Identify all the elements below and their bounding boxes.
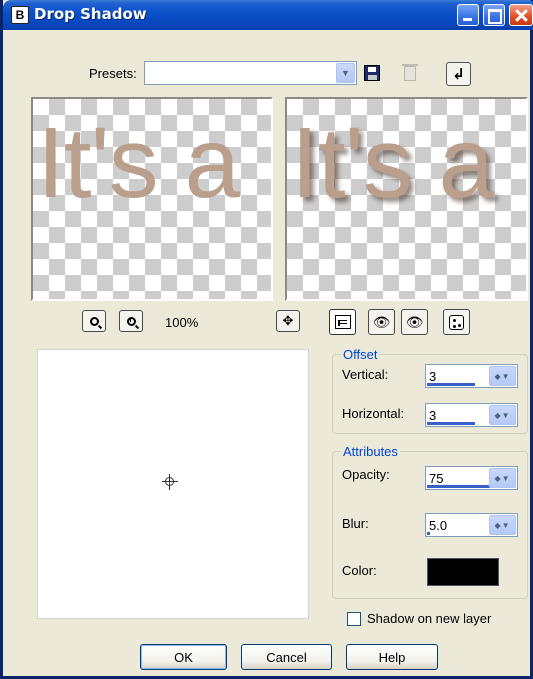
- blur-spinner[interactable]: 5.0 ◆▼: [425, 513, 518, 537]
- drop-shadow-dialog: B Drop Shadow Presets: ▼ ↲ It's a your I…: [0, 0, 533, 679]
- preview-text-line2: your: [39, 277, 234, 299]
- help-button[interactable]: Help: [346, 644, 438, 670]
- blur-slider-bar[interactable]: [427, 532, 430, 535]
- zoom-in-icon: [126, 316, 136, 326]
- proof-icon: [334, 315, 351, 329]
- zoom-in-button[interactable]: [119, 310, 143, 332]
- blur-value: 5.0: [429, 518, 448, 533]
- horizontal-label: Horizontal:: [342, 406, 405, 421]
- zoom-out-button[interactable]: [82, 310, 106, 332]
- eye-icon: 👁: [405, 313, 424, 330]
- offset-pad[interactable]: [37, 349, 309, 619]
- return-arrow-icon: ↲: [452, 66, 465, 83]
- title-bar[interactable]: B Drop Shadow: [3, 0, 533, 30]
- dice-icon: [449, 314, 464, 330]
- trash-icon: [402, 63, 418, 81]
- delete-preset-button[interactable]: [399, 62, 421, 84]
- move-icon: ✥: [282, 313, 294, 328]
- minimize-button[interactable]: [457, 4, 479, 26]
- spinner-arrows-icon[interactable]: ◆▼: [489, 366, 516, 386]
- horizontal-spinner[interactable]: 3 ◆▼: [425, 403, 518, 427]
- spinner-arrows-icon[interactable]: ◆▼: [489, 515, 516, 535]
- preview-text-line1: It's a: [291, 107, 494, 219]
- save-preset-button[interactable]: [361, 62, 383, 84]
- shadow-new-layer-checkbox[interactable]: Shadow on new layer: [347, 611, 491, 626]
- shadow-color-swatch[interactable]: [427, 558, 499, 586]
- original-preview[interactable]: It's a your: [31, 97, 273, 301]
- vertical-label: Vertical:: [342, 367, 389, 382]
- cancel-button[interactable]: Cancel: [241, 644, 332, 670]
- proof-button[interactable]: [329, 309, 356, 335]
- preview-on-image-button[interactable]: 👁: [401, 309, 428, 335]
- checkbox-label: Shadow on new layer: [367, 611, 492, 626]
- horizontal-slider-bar[interactable]: [427, 422, 475, 425]
- presets-dropdown[interactable]: ▼: [144, 61, 357, 85]
- vertical-spinner[interactable]: 3 ◆▼: [425, 364, 518, 388]
- auto-proof-icon: 👁: [372, 313, 391, 330]
- opacity-slider-bar[interactable]: [427, 485, 495, 488]
- vertical-value: 3: [429, 369, 437, 384]
- zoom-out-icon: [89, 316, 99, 326]
- app-icon: B: [11, 6, 29, 24]
- presets-label: Presets:: [89, 66, 137, 81]
- spinner-arrows-icon[interactable]: ◆▼: [489, 468, 516, 488]
- offset-legend: Offset: [341, 347, 380, 362]
- auto-proof-button[interactable]: 👁: [368, 309, 395, 335]
- randomize-button[interactable]: [443, 309, 470, 335]
- spinner-arrows-icon[interactable]: ◆▼: [489, 405, 516, 425]
- opacity-spinner[interactable]: 75 ◆▼: [425, 466, 518, 490]
- checkbox-box[interactable]: [347, 611, 361, 626]
- chevron-down-icon[interactable]: ▼: [336, 63, 355, 83]
- horizontal-value: 3: [429, 408, 437, 423]
- pan-button[interactable]: ✥: [276, 310, 300, 332]
- window-title: Drop Shadow: [34, 5, 147, 23]
- floppy-disk-icon: [364, 65, 380, 81]
- crosshair-icon[interactable]: [162, 474, 178, 490]
- preview-text-line2: your: [293, 277, 488, 299]
- blur-label: Blur:: [342, 516, 369, 531]
- crosshair-ring: [165, 477, 174, 486]
- vertical-slider-bar[interactable]: [427, 383, 475, 386]
- ok-button[interactable]: OK: [140, 644, 227, 670]
- opacity-value: 75: [429, 471, 444, 486]
- opacity-label: Opacity:: [342, 467, 390, 482]
- color-label: Color:: [342, 563, 377, 578]
- maximize-button[interactable]: [483, 4, 505, 26]
- result-preview[interactable]: It's a your: [285, 97, 528, 301]
- reset-default-button[interactable]: ↲: [446, 62, 471, 86]
- attributes-legend: Attributes: [341, 444, 400, 459]
- close-button[interactable]: [509, 4, 533, 26]
- preview-text-line1: It's a: [37, 107, 240, 219]
- zoom-level: 100%: [165, 315, 199, 330]
